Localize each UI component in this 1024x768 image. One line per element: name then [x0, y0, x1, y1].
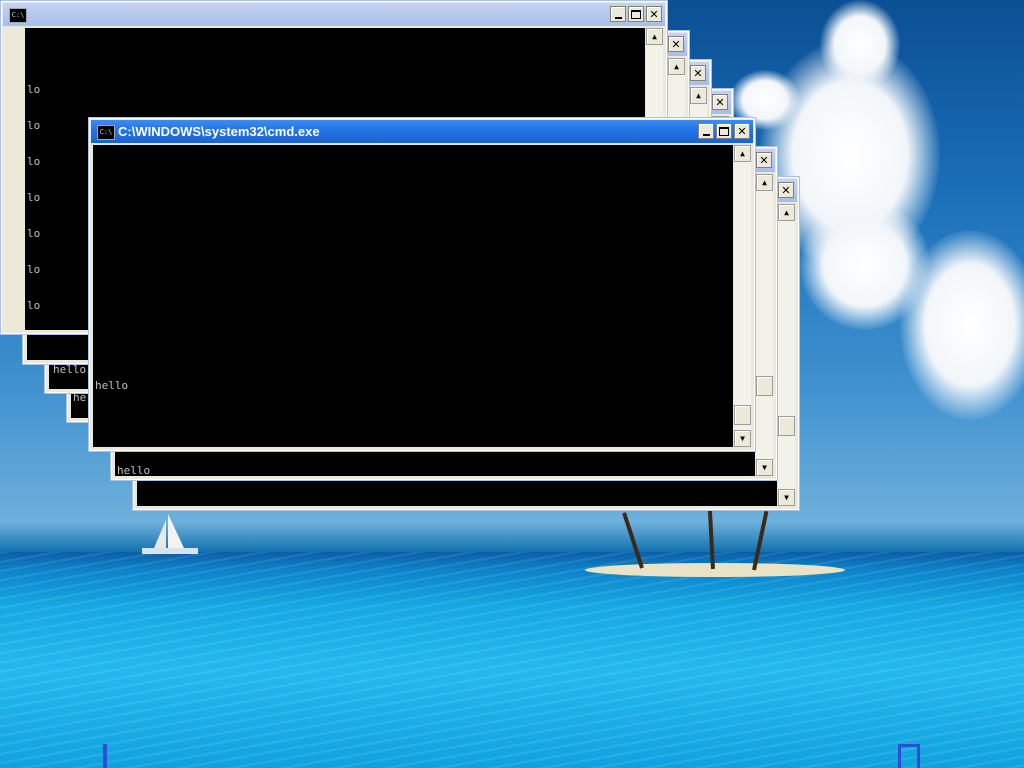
vertical-scrollbar[interactable]: ▲ ▼: [756, 174, 773, 476]
scroll-down-button[interactable]: ▼: [778, 489, 795, 506]
cloud: [820, 0, 900, 90]
console-line: lo: [27, 83, 41, 96]
island: [585, 563, 845, 577]
scroll-up-button[interactable]: ▲: [690, 87, 707, 104]
sailboat: [142, 514, 198, 554]
console-line: lo: [27, 299, 41, 312]
taskbar-fragment: [103, 744, 107, 768]
scroll-up-button[interactable]: ▲: [646, 28, 663, 45]
console-line: lo: [27, 191, 41, 204]
console-output[interactable]: hello: [93, 145, 733, 447]
scroll-up-button[interactable]: ▲: [734, 145, 751, 162]
close-button[interactable]: ✕: [646, 6, 662, 22]
console-line: lo: [27, 155, 41, 168]
console-line: hello: [53, 363, 87, 376]
close-button[interactable]: ✕: [756, 152, 772, 168]
sea: [0, 552, 1024, 768]
vertical-scrollbar[interactable]: ▲ ▼: [734, 145, 751, 447]
minimize-button[interactable]: [698, 123, 714, 139]
cloud: [900, 230, 1024, 420]
scroll-thumb[interactable]: [734, 405, 751, 425]
minimize-button[interactable]: [610, 6, 626, 22]
close-button[interactable]: ✕: [734, 123, 750, 139]
console-line: hello: [117, 464, 151, 477]
console-line: lo: [27, 119, 41, 132]
vertical-scrollbar[interactable]: ▲ ▼: [778, 204, 795, 506]
console-line: lo: [27, 227, 41, 240]
console-icon: C:\: [9, 8, 27, 23]
scroll-up-button[interactable]: ▲: [778, 204, 795, 221]
console-line: hello: [95, 379, 129, 392]
console-icon: C:\: [97, 125, 115, 140]
scroll-thumb[interactable]: [778, 416, 795, 436]
console-line: lo: [27, 263, 41, 276]
title-bar[interactable]: C:\ C:\WINDOWS\system32\cmd.exe ✕: [91, 120, 753, 143]
scroll-down-button[interactable]: ▼: [756, 459, 773, 476]
scroll-up-button[interactable]: ▲: [756, 174, 773, 191]
taskbar-fragment: [898, 744, 920, 768]
window-title: C:\WINDOWS\system32\cmd.exe: [118, 124, 320, 139]
console-window-active[interactable]: C:\ C:\WINDOWS\system32\cmd.exe ✕ hello …: [88, 117, 756, 452]
maximize-button[interactable]: [628, 6, 644, 22]
scroll-thumb[interactable]: [756, 376, 773, 396]
scroll-up-button[interactable]: ▲: [668, 58, 685, 75]
close-button[interactable]: ✕: [778, 182, 794, 198]
close-button[interactable]: ✕: [690, 65, 706, 81]
title-bar[interactable]: C:\ ✕: [3, 3, 665, 26]
close-button[interactable]: ✕: [712, 94, 728, 110]
console-lines: lo lo lo lo lo lo lo lo lo lo lo lo lo l…: [27, 60, 67, 330]
scroll-down-button[interactable]: ▼: [734, 430, 751, 447]
maximize-button[interactable]: [716, 123, 732, 139]
close-button[interactable]: ✕: [668, 36, 684, 52]
